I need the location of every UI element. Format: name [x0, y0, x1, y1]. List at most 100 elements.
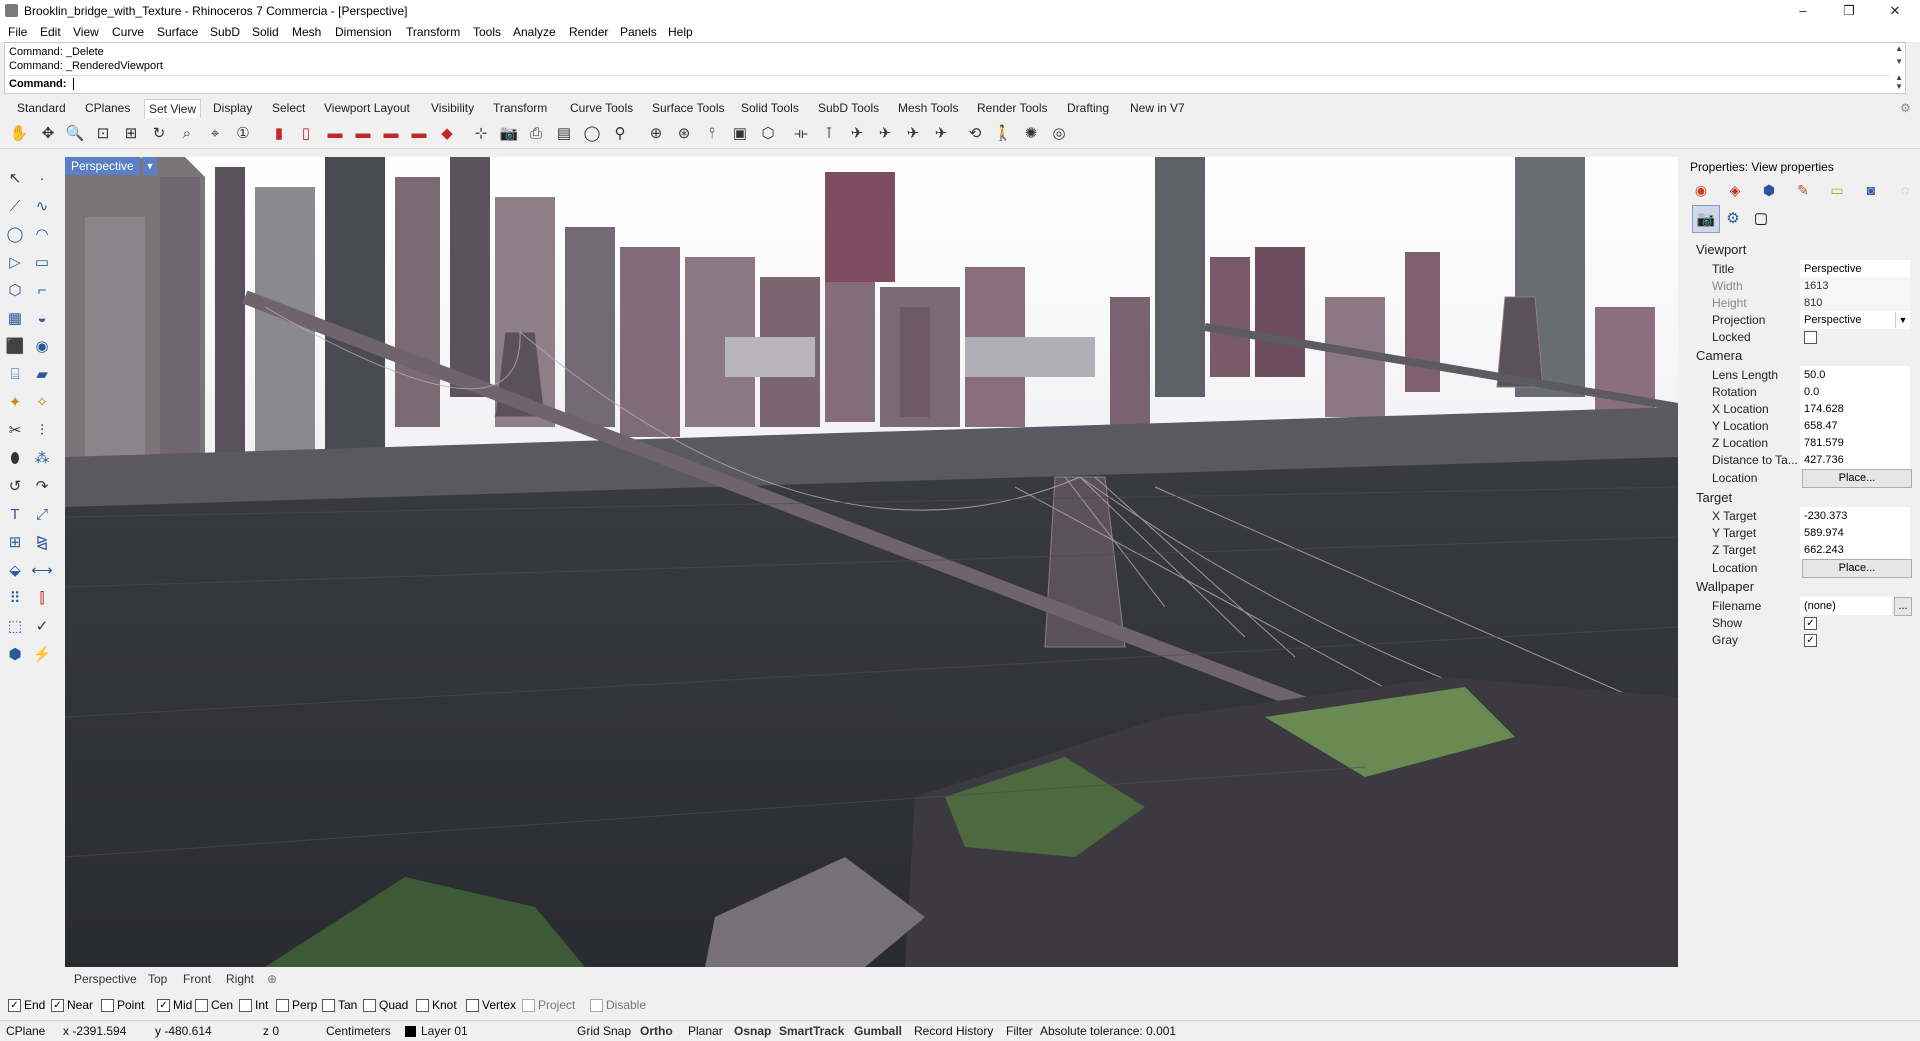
subd-icon[interactable]: ✦ — [3, 390, 27, 414]
plane-view-3-icon[interactable]: ✈ — [902, 122, 924, 144]
menu-view[interactable]: View — [73, 25, 99, 39]
more-icon[interactable]: ◌ — [1894, 179, 1916, 201]
viewport-title[interactable]: Perspective — [65, 157, 140, 175]
offset-icon[interactable]: ↺ — [3, 474, 27, 498]
locked-checkbox[interactable] — [1804, 331, 1817, 344]
planar-toggle[interactable]: Planar — [688, 1024, 723, 1038]
spin-down-icon[interactable]: ▼ — [1895, 82, 1903, 91]
polygon-icon[interactable]: ⬡ — [3, 278, 27, 302]
tab-new-in-v7[interactable]: New in V7 — [1130, 101, 1185, 115]
named-view-2-icon[interactable]: ▯ — [295, 122, 317, 144]
zoom-extents-icon[interactable]: ⊡ — [92, 122, 114, 144]
car-perspective-icon[interactable]: ◆ — [436, 122, 458, 144]
1to1-zoom-icon[interactable]: ① — [232, 122, 254, 144]
camera-tab-icon[interactable]: 📷 — [1692, 205, 1720, 233]
print-view-icon[interactable]: ⎙ — [525, 122, 547, 144]
filter-toggle[interactable]: Filter — [1006, 1024, 1033, 1038]
osnap-quad[interactable]: Quad — [363, 998, 408, 1012]
extend-icon[interactable]: ↷ — [30, 474, 54, 498]
check-icon[interactable]: ✓ — [30, 614, 54, 638]
view-tab-front[interactable]: Front — [183, 972, 211, 986]
scroll-up-icon[interactable]: ▲ — [1895, 44, 1903, 53]
scroll-down-icon[interactable]: ▼ — [1895, 57, 1903, 66]
command-input[interactable]: Command: — [9, 75, 1889, 90]
named-views-tab-icon[interactable]: ⚙ — [1720, 205, 1746, 231]
camera-icon[interactable]: 📷 — [498, 122, 520, 144]
checkbox-near[interactable]: ✓ — [51, 998, 64, 1012]
add-view-icon[interactable]: ⊕ — [267, 972, 277, 986]
object-properties-icon[interactable]: ◉ — [1690, 179, 1712, 201]
environment-icon[interactable]: ◙ — [1860, 179, 1882, 201]
lens-icon[interactable]: ⚲ — [609, 122, 631, 144]
fillet-icon[interactable]: ⌐ — [30, 278, 54, 302]
checkbox-tan[interactable] — [322, 998, 335, 1012]
mesh-icon[interactable]: ▰ — [30, 362, 54, 386]
tab-select[interactable]: Select — [272, 101, 305, 115]
osnap-perp[interactable]: Perp — [276, 998, 317, 1012]
spin-up-icon[interactable]: ▲ — [1895, 73, 1903, 82]
undo-view-icon[interactable]: ⟲ — [964, 122, 986, 144]
car-top-icon[interactable]: ▬ — [408, 122, 430, 144]
curve-icon[interactable]: ∿ — [30, 194, 54, 218]
checkbox-int[interactable] — [239, 998, 252, 1012]
osnap-end[interactable]: ✓ End — [8, 998, 45, 1012]
x-target-field[interactable]: -230.373 — [1800, 507, 1910, 525]
checkbox-knot[interactable] — [416, 998, 429, 1012]
menu-help[interactable]: Help — [668, 25, 693, 39]
pan-icon[interactable]: ✋ — [8, 122, 30, 144]
osnap-toggle[interactable]: Osnap — [734, 1024, 771, 1038]
gumball-toggle[interactable]: Gumball — [854, 1024, 902, 1038]
units[interactable]: Centimeters — [326, 1024, 391, 1038]
car-side-2-icon[interactable]: ▬ — [380, 122, 402, 144]
mirror-icon[interactable]: ⧎ — [30, 530, 54, 554]
checkbox-end[interactable]: ✓ — [8, 998, 21, 1012]
layers-icon[interactable]: ◈ — [1724, 179, 1746, 201]
rotate-camera-icon[interactable]: ↻ — [148, 122, 170, 144]
tab-solid-tools[interactable]: Solid Tools — [741, 101, 799, 115]
tab-transform[interactable]: Transform — [493, 101, 547, 115]
menu-curve[interactable]: Curve — [112, 25, 144, 39]
materials-icon[interactable]: ✎ — [1792, 179, 1814, 201]
tab-standard[interactable]: Standard — [17, 101, 66, 115]
compass-icon[interactable]: ◎ — [1048, 122, 1070, 144]
named-cplane-icon[interactable]: ▤ — [553, 122, 575, 144]
arc-icon[interactable]: ◠ — [30, 222, 54, 246]
scale-icon[interactable]: ⤢ — [30, 502, 54, 526]
x-location-field[interactable]: 174.628 — [1800, 400, 1910, 418]
plane-view-icon[interactable]: ✈ — [846, 122, 868, 144]
walk-icon[interactable]: 🚶 — [992, 122, 1014, 144]
title-field[interactable]: Perspective — [1800, 260, 1910, 278]
menu-solid[interactable]: Solid — [252, 25, 279, 39]
plane-view-2-icon[interactable]: ✈ — [874, 122, 896, 144]
sphere-view-icon[interactable]: ◯ — [581, 122, 603, 144]
place-target-icon[interactable]: ▣ — [729, 122, 751, 144]
menu-subd[interactable]: SubD — [210, 25, 240, 39]
menu-transform[interactable]: Transform — [406, 25, 460, 39]
cube-view-icon[interactable]: ⬡ — [757, 122, 779, 144]
checkbox-vertex[interactable] — [466, 998, 479, 1012]
projection-select[interactable]: Perspective — [1800, 311, 1910, 329]
lens-length-icon[interactable]: ⟛ — [790, 122, 812, 144]
camera-target-icon[interactable]: ⊹ — [470, 122, 492, 144]
osnap-knot[interactable]: Knot — [416, 998, 457, 1012]
distance-to-target-field[interactable]: 427.736 — [1800, 451, 1910, 469]
menu-tools[interactable]: Tools — [473, 25, 501, 39]
settings-gear-icon[interactable]: ⚙ — [1900, 101, 1911, 115]
projection-dropdown-icon[interactable]: ▼ — [1895, 312, 1910, 328]
osnap-project[interactable]: Project — [522, 998, 575, 1012]
box-icon[interactable]: ⬛ — [3, 334, 27, 358]
osnap-point[interactable]: Point — [101, 998, 144, 1012]
tab-visibility[interactable]: Visibility — [431, 101, 474, 115]
loft-icon[interactable]: ◒ — [30, 306, 54, 330]
viewport-tab-icon[interactable]: ▢ — [1748, 205, 1774, 231]
polyline-icon[interactable]: ⟋ — [3, 194, 27, 218]
trim-icon[interactable]: ✂ — [3, 418, 27, 442]
checkbox-point[interactable] — [101, 998, 114, 1012]
osnap-near[interactable]: ✓ Near — [51, 998, 93, 1012]
menu-file[interactable]: File — [8, 25, 27, 39]
current-layer[interactable]: Layer 01 — [421, 1024, 468, 1038]
osnap-mid[interactable]: ✓ Mid — [157, 998, 192, 1012]
menu-dimension[interactable]: Dimension — [335, 25, 392, 39]
walkabout-icon[interactable]: ⊺ — [818, 122, 840, 144]
ortho-toggle[interactable]: Ortho — [640, 1024, 673, 1038]
